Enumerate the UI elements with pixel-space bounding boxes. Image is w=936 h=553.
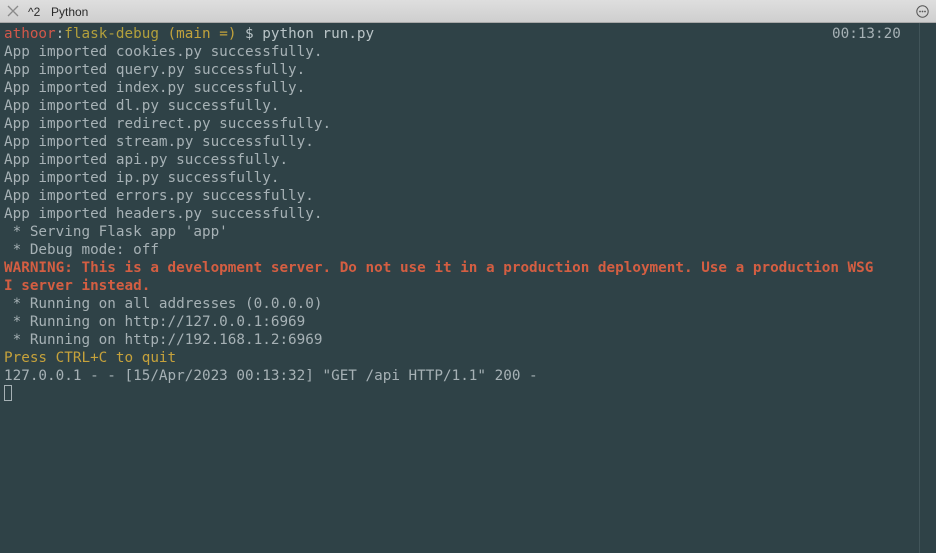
tab-shortcut: ^2 (28, 5, 41, 19)
prompt-symbol: $ (236, 26, 263, 42)
output-line: App imported headers.py successfully. (4, 206, 323, 222)
prompt-separator: : (55, 26, 65, 42)
output-line: App imported redirect.py successfully. (4, 116, 332, 132)
output-line: App imported stream.py successfully. (4, 134, 314, 150)
prompt-directory: flask-debug (64, 26, 159, 42)
prompt-branch: (main =) (158, 26, 237, 42)
output-line: App imported api.py successfully. (4, 152, 289, 168)
title-bar: ^2 Python (0, 0, 936, 23)
close-tab-icon[interactable] (7, 5, 19, 17)
scrollbar-gutter[interactable] (919, 23, 936, 553)
output-line: * Serving Flask app 'app' (4, 224, 228, 240)
running-line: * Running on http://192.168.1.2:6969 (4, 332, 323, 348)
running-line: * Running on http://127.0.0.1:6969 (4, 314, 306, 330)
prompt-time: 00:13:20 (832, 26, 901, 42)
output-line: App imported cookies.py successfully. (4, 44, 323, 60)
warning-line: WARNING: This is a development server. D… (4, 260, 874, 276)
terminal-output[interactable]: athoor:flask-debug (main =) $ python run… (0, 23, 918, 553)
output-line: App imported dl.py successfully. (4, 98, 280, 114)
running-line: * Running on all addresses (0.0.0.0) (4, 296, 323, 312)
more-options-icon[interactable] (916, 5, 929, 18)
request-log-line: 127.0.0.1 - - [15/Apr/2023 00:13:32] "GE… (4, 368, 538, 384)
prompt-command: python run.py (262, 26, 375, 42)
output-line: App imported query.py successfully. (4, 62, 306, 78)
prompt-line: athoor:flask-debug (main =) $ python run… (4, 25, 374, 43)
terminal-cursor (4, 385, 12, 401)
tab-title[interactable]: Python (51, 5, 88, 19)
quit-hint: Press CTRL+C to quit (4, 350, 177, 366)
output-line: * Debug mode: off (4, 242, 159, 258)
output-line: App imported errors.py successfully. (4, 188, 314, 204)
prompt-user: athoor (4, 26, 56, 42)
output-line: App imported ip.py successfully. (4, 170, 280, 186)
output-line: App imported index.py successfully. (4, 80, 306, 96)
warning-line: I server instead. (4, 278, 151, 294)
